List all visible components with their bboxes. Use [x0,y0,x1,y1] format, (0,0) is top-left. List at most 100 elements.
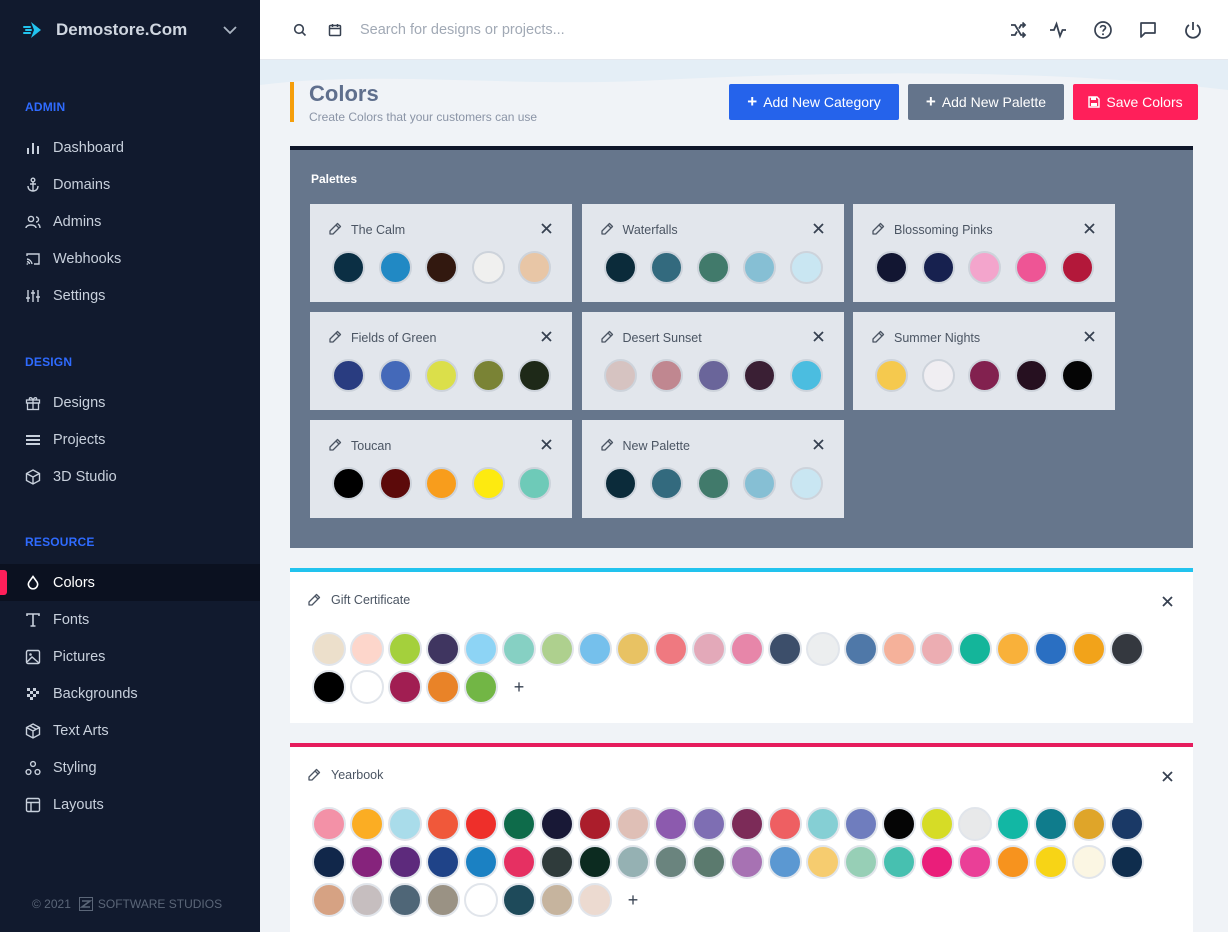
color-swatch[interactable] [312,632,346,666]
edit-icon[interactable] [329,330,342,343]
color-swatch[interactable] [730,845,764,879]
color-swatch[interactable] [789,359,823,392]
sidebar-item-layouts[interactable]: Layouts [0,786,260,823]
sidebar-item-fonts[interactable]: Fonts [0,601,260,638]
sidebar-item-3d-studio[interactable]: 3D Studio [0,458,260,495]
color-swatch[interactable] [1072,632,1106,666]
color-swatch[interactable] [502,632,536,666]
color-swatch[interactable] [312,845,346,879]
color-swatch[interactable] [920,807,954,841]
color-swatch[interactable] [650,467,683,500]
color-swatch[interactable] [616,807,650,841]
color-swatch[interactable] [388,845,422,879]
color-swatch[interactable] [312,883,346,917]
edit-icon[interactable] [329,438,342,451]
color-swatch[interactable] [844,632,878,666]
close-icon[interactable] [812,329,824,342]
color-swatch[interactable] [518,251,551,284]
color-swatch[interactable] [882,807,916,841]
color-swatch[interactable] [882,845,916,879]
sidebar-item-pictures[interactable]: Pictures [0,638,260,675]
color-swatch[interactable] [1034,845,1068,879]
sidebar-item-projects[interactable]: Projects [0,421,260,458]
search-input[interactable] [360,18,860,42]
color-swatch[interactable] [578,845,612,879]
color-swatch[interactable] [1034,632,1068,666]
save-colors-button[interactable]: Save Colors [1073,84,1198,120]
color-swatch[interactable] [958,845,992,879]
sidebar-item-domains[interactable]: Domains [0,166,260,203]
color-swatch[interactable] [426,807,460,841]
color-swatch[interactable] [654,807,688,841]
close-icon[interactable] [541,221,552,234]
color-swatch[interactable] [502,807,536,841]
color-swatch[interactable] [1110,845,1144,879]
color-swatch[interactable] [968,251,1001,284]
color-swatch[interactable] [806,845,840,879]
color-swatch[interactable] [696,359,730,392]
color-swatch[interactable] [654,845,688,879]
color-swatch[interactable] [768,807,802,841]
close-icon[interactable] [1084,221,1095,234]
sidebar-item-styling[interactable]: Styling [0,749,260,786]
color-swatch[interactable] [806,807,840,841]
color-swatch[interactable] [789,467,823,500]
color-swatch[interactable] [332,251,365,284]
color-swatch[interactable] [806,632,840,666]
color-swatch[interactable] [540,845,574,879]
color-swatch[interactable] [650,251,683,284]
color-swatch[interactable] [425,467,458,500]
color-swatch[interactable] [789,251,823,284]
color-swatch[interactable] [650,359,683,392]
color-swatch[interactable] [540,807,574,841]
color-swatch[interactable] [1110,807,1144,841]
color-swatch[interactable] [920,845,954,879]
color-swatch[interactable] [502,845,536,879]
color-swatch[interactable] [996,845,1030,879]
color-swatch[interactable] [692,632,726,666]
color-swatch[interactable] [1061,359,1094,392]
color-swatch[interactable] [1034,807,1068,841]
search-icon[interactable] [290,20,310,40]
color-swatch[interactable] [350,632,384,666]
sidebar-item-admins[interactable]: Admins [0,203,260,240]
color-swatch[interactable] [968,359,1001,392]
color-swatch[interactable] [464,670,498,704]
color-swatch[interactable] [996,632,1030,666]
message-icon[interactable] [1138,20,1158,40]
edit-icon[interactable] [308,768,321,781]
color-swatch[interactable] [730,807,764,841]
color-swatch[interactable] [540,632,574,666]
color-swatch[interactable] [312,807,346,841]
color-swatch[interactable] [1110,632,1144,666]
color-swatch[interactable] [768,845,802,879]
edit-icon[interactable] [329,222,342,235]
activity-icon[interactable] [1048,20,1068,40]
color-swatch[interactable] [464,883,498,917]
color-swatch[interactable] [844,807,878,841]
color-swatch[interactable] [350,883,384,917]
power-icon[interactable] [1183,20,1203,40]
close-icon[interactable] [1162,769,1173,782]
color-swatch[interactable] [426,632,460,666]
color-swatch[interactable] [388,670,422,704]
color-swatch[interactable] [692,845,726,879]
edit-icon[interactable] [872,330,885,343]
color-swatch[interactable] [921,251,955,284]
color-swatch[interactable] [540,883,574,917]
color-swatch[interactable] [378,359,412,392]
color-swatch[interactable] [350,845,384,879]
edit-icon[interactable] [872,222,885,235]
color-swatch[interactable] [958,632,992,666]
color-swatch[interactable] [425,359,458,392]
sidebar-item-text-arts[interactable]: Text Arts [0,712,260,749]
color-swatch[interactable] [388,807,422,841]
color-swatch[interactable] [578,883,612,917]
sidebar-item-settings[interactable]: Settings [0,277,260,314]
edit-icon[interactable] [600,222,614,235]
edit-icon[interactable] [308,593,321,606]
color-swatch[interactable] [578,807,612,841]
color-swatch[interactable] [875,251,908,284]
color-swatch[interactable] [502,883,536,917]
color-swatch[interactable] [426,845,460,879]
